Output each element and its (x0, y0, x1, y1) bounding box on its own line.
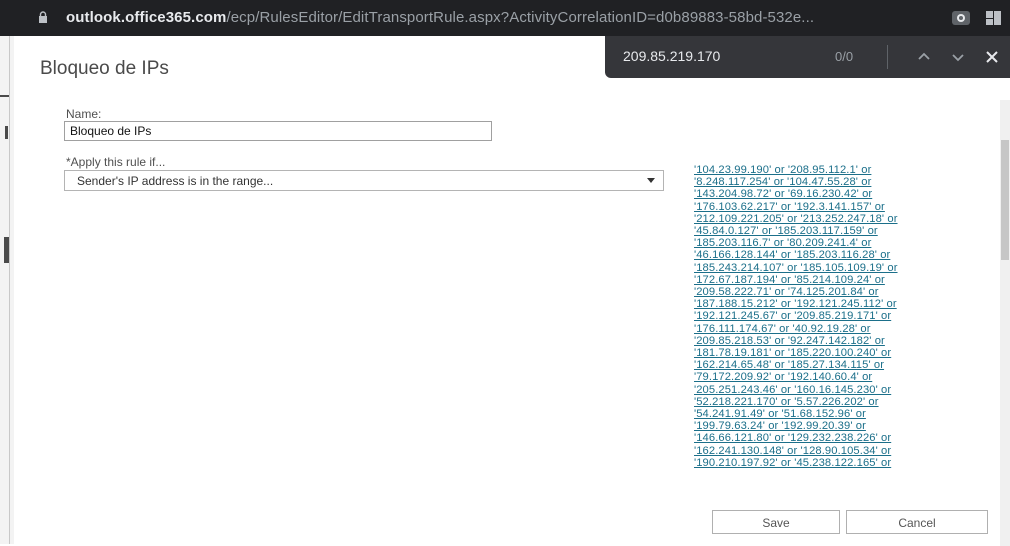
condition-dropdown[interactable]: Sender's IP address is in the range... (64, 170, 664, 191)
find-bar: 209.85.219.170 0/0 (605, 36, 1010, 78)
ip-range-line[interactable]: '209.58.222.71' or '74.125.201.84' or (694, 286, 994, 298)
name-label: Name: (66, 107, 102, 121)
chevron-up-icon[interactable] (913, 46, 935, 68)
ip-range-line[interactable]: '205.251.243.46' or '160.16.145.230' or (694, 384, 994, 396)
background-mark (4, 237, 9, 263)
extensions-icon[interactable] (982, 7, 1004, 29)
ip-range-line[interactable]: '45.84.0.127' or '185.203.117.159' or (694, 225, 994, 237)
page-title: Bloqueo de IPs (40, 58, 169, 79)
lock-icon[interactable] (38, 11, 48, 24)
cancel-button[interactable]: Cancel (846, 510, 988, 534)
condition-label: *Apply this rule if... (66, 155, 166, 169)
background-mark (5, 126, 8, 139)
find-divider (887, 45, 888, 69)
ip-range-line[interactable]: '172.67.187.194' or '85.214.109.24' or (694, 274, 994, 286)
close-icon[interactable] (981, 46, 1003, 68)
ip-range-line[interactable]: '162.214.65.48' or '185.27.134.115' or (694, 359, 994, 371)
ip-range-line[interactable]: '212.109.221.205' or '213.252.247.18' or (694, 213, 994, 225)
find-query-input[interactable]: 209.85.219.170 (623, 48, 720, 64)
chevron-down-icon[interactable] (647, 178, 655, 183)
background-page-edge (0, 36, 14, 544)
rule-editor-dialog: Bloqueo de IPs Name: Bloqueo de IPs *App… (14, 36, 1010, 546)
ip-range-line[interactable]: '54.241.91.49' or '51.68.152.96' or (694, 408, 994, 420)
ip-range-line[interactable]: '176.103.62.217' or '192.3.141.157' or (694, 201, 994, 213)
ip-range-line[interactable]: '187.188.15.212' or '192.121.245.112' or (694, 298, 994, 310)
ip-address-list[interactable]: '104.23.99.190' or '208.95.112.1' or '8.… (694, 164, 994, 500)
ip-range-line[interactable]: '52.218.221.170' or '5.57.226.202' or (694, 396, 994, 408)
name-field[interactable]: Bloqueo de IPs (64, 121, 492, 141)
ip-range-line[interactable]: '181.78.19.181' or '185.220.100.240' or (694, 347, 994, 359)
chevron-down-icon[interactable] (947, 46, 969, 68)
scrollbar-thumb[interactable] (1001, 140, 1009, 260)
url-path: /ecp/RulesEditor/EditTransportRule.aspx?… (226, 9, 815, 26)
ip-range-line[interactable]: '209.85.218.53' or '92.247.142.182' or (694, 335, 994, 347)
scrollbar[interactable] (1000, 100, 1010, 546)
ip-range-line[interactable]: '8.248.117.254' or '104.47.55.28' or (694, 176, 994, 188)
ip-range-line[interactable]: '104.23.99.190' or '208.95.112.1' or (694, 164, 994, 176)
ip-range-line[interactable]: '146.66.121.80' or '129.232.238.226' or (694, 432, 994, 444)
browser-url-bar[interactable]: outlook.office365.com/ecp/RulesEditor/Ed… (0, 0, 1010, 36)
url-host: outlook.office365.com (66, 9, 227, 26)
background-mark (0, 95, 9, 97)
ip-range-line[interactable]: '143.204.98.72' or '69.16.230.42' or (694, 188, 994, 200)
ip-range-line[interactable]: '185.243.214.107' or '185.105.109.19' or (694, 262, 994, 274)
ip-range-line[interactable]: '192.121.245.67' or '209.85.219.171' or (694, 310, 994, 322)
ip-range-line[interactable]: '162.241.130.148' or '128.90.105.34' or (694, 445, 994, 457)
condition-selected-value: Sender's IP address is in the range... (77, 174, 274, 188)
save-button[interactable]: Save (712, 510, 840, 534)
screen-capture-icon[interactable] (950, 7, 972, 29)
ip-range-line[interactable]: '46.166.128.144' or '185.203.116.28' or (694, 249, 994, 261)
ip-range-line[interactable]: '185.203.116.7' or '80.209.241.4' or (694, 237, 994, 249)
ip-range-line[interactable]: '190.210.197.92' or '45.238.122.165' or (694, 457, 994, 469)
find-match-count: 0/0 (835, 49, 854, 64)
ip-range-line[interactable]: '176.111.174.67' or '40.92.19.28' or (694, 323, 994, 335)
address-text[interactable]: outlook.office365.com/ecp/RulesEditor/Ed… (66, 9, 814, 26)
ip-range-line[interactable]: '79.172.209.92' or '192.140.60.4' or (694, 371, 994, 383)
ip-range-line[interactable]: '199.79.63.24' or '192.99.20.39' or (694, 420, 994, 432)
background-divider (9, 36, 10, 544)
